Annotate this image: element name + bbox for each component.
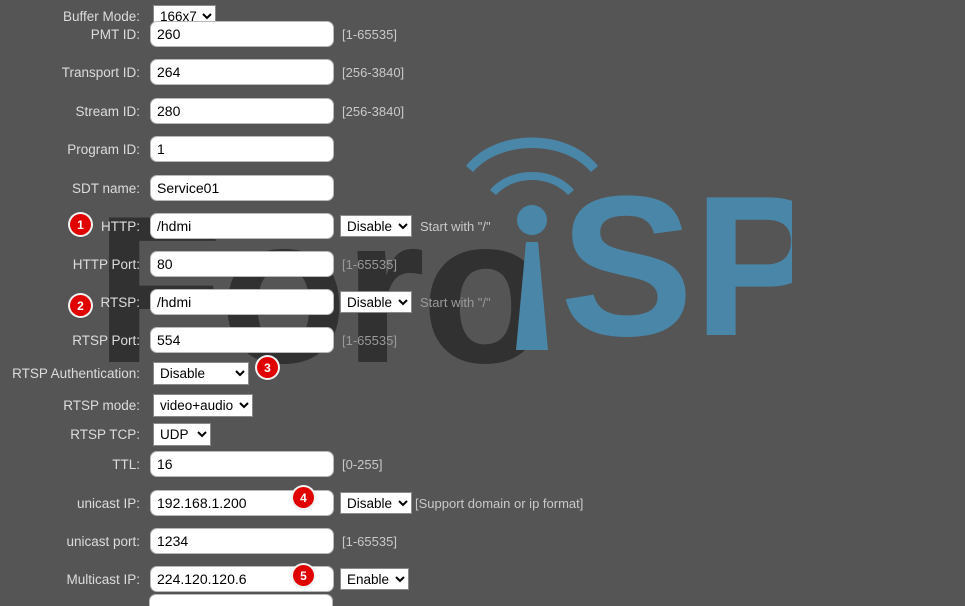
hint-ttl: [0-255] <box>342 456 383 472</box>
label-rtsp-port: RTSP Port: <box>72 332 140 348</box>
label-http-port: HTTP Port: <box>72 256 140 272</box>
label-program-id: Program ID: <box>67 141 140 157</box>
rtsp-tcp-select[interactable]: UDP <box>153 422 211 446</box>
unicast-port-input[interactable] <box>150 528 334 554</box>
multicast-enable-select[interactable]: Enable <box>340 568 409 590</box>
callout-badge-4: 4 <box>293 487 314 508</box>
rtsp-authentication-select[interactable]: Disable <box>153 361 249 385</box>
field-row-transport-id: Transport ID: [256-3840] <box>0 56 404 88</box>
rtsp-enable-select[interactable]: Disable <box>340 291 412 313</box>
http-path-input[interactable] <box>150 213 334 239</box>
transport-id-input[interactable] <box>150 59 334 85</box>
hint-unicast-ip: [Support domain or ip format] <box>415 495 584 511</box>
rtsp-port-input[interactable] <box>150 327 334 353</box>
callout-badge-1: 1 <box>70 214 91 235</box>
field-row-ttl: TTL: [0-255] <box>0 448 382 480</box>
hint-rtsp-path: Start with "/" <box>420 294 491 310</box>
sdt-name-input[interactable] <box>150 175 334 201</box>
ttl-input[interactable] <box>150 451 334 477</box>
field-row-rtsp-authentication: RTSP Authentication: Disable <box>0 357 249 389</box>
rtsp-path-input[interactable] <box>150 289 334 315</box>
label-rtsp-mode: RTSP mode: <box>63 397 140 413</box>
label-stream-id: Stream ID: <box>75 103 140 119</box>
field-row-pmt-id: PMT ID: [1-65535] <box>0 18 397 50</box>
field-row-http-port: HTTP Port: [1-65535] <box>0 248 397 280</box>
pmt-id-input[interactable] <box>150 21 334 47</box>
field-row-rtsp-port: RTSP Port: [1-65535] <box>0 324 397 356</box>
stream-id-input[interactable] <box>150 98 334 124</box>
unicast-enable-select[interactable]: Disable <box>340 492 412 514</box>
label-sdt-name: SDT name: <box>71 180 140 196</box>
field-row-program-id: Program ID: <box>0 133 342 165</box>
program-id-input[interactable] <box>150 136 334 162</box>
hint-unicast-port: [1-65535] <box>342 533 397 549</box>
next-field-input-clipped[interactable] <box>149 594 333 606</box>
field-row-stream-id: Stream ID: [256-3840] <box>0 95 404 127</box>
label-unicast-port: unicast port: <box>66 533 140 549</box>
label-multicast-ip: Multicast IP: <box>66 571 140 587</box>
label-rtsp-authentication: RTSP Authentication: <box>12 365 140 381</box>
settings-page: Foro SP Buffer Mode: 166x7 PMT ID: [1-65… <box>0 0 965 606</box>
field-row-unicast-port: unicast port: [1-65535] <box>0 525 397 557</box>
field-row-sdt-name: SDT name: <box>0 172 342 204</box>
hint-stream-id: [256-3840] <box>342 103 405 119</box>
field-row-rtsp-mode: RTSP mode: video+audio <box>0 389 253 421</box>
label-ttl: TTL: <box>112 456 140 472</box>
callout-badge-5: 5 <box>293 565 314 586</box>
hint-http-path: Start with "/" <box>420 218 491 234</box>
callout-badge-2: 2 <box>70 295 91 316</box>
rtsp-mode-select[interactable]: video+audio <box>153 393 253 417</box>
hint-rtsp-port: [1-65535] <box>342 332 397 348</box>
label-pmt-id: PMT ID: <box>90 26 140 42</box>
hint-http-port: [1-65535] <box>342 256 397 272</box>
field-row-multicast-ip: Multicast IP: Enable <box>0 563 409 595</box>
http-enable-select[interactable]: Disable <box>340 215 412 237</box>
http-port-input[interactable] <box>150 251 334 277</box>
hint-pmt-id: [1-65535] <box>342 26 397 42</box>
hint-transport-id: [256-3840] <box>342 64 405 80</box>
field-row-unicast-ip: unicast IP: Disable [Support domain or i… <box>0 487 583 519</box>
field-row-rtsp-tcp: RTSP TCP: UDP <box>0 418 211 450</box>
label-transport-id: Transport ID: <box>61 64 140 80</box>
callout-badge-3: 3 <box>257 357 278 378</box>
label-unicast-ip: unicast IP: <box>76 495 140 511</box>
label-rtsp-tcp: RTSP TCP: <box>70 426 140 442</box>
stream-settings-form: Buffer Mode: 166x7 PMT ID: [1-65535] Tra… <box>0 0 965 606</box>
